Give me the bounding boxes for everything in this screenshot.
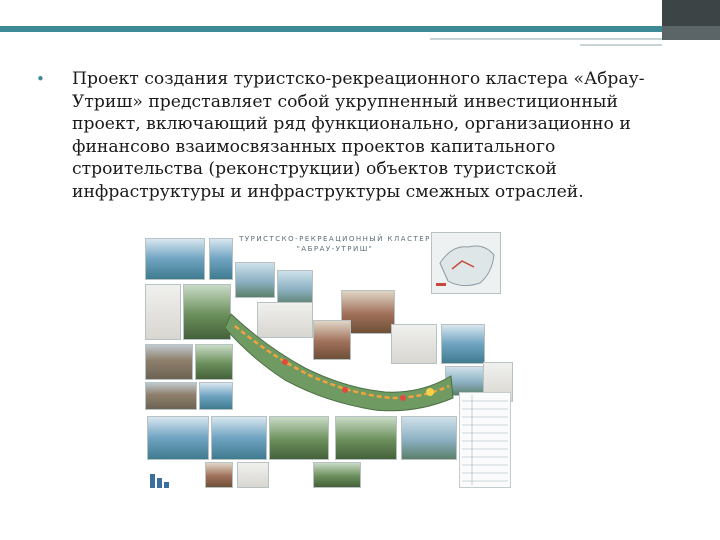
photo-cottage (205, 462, 233, 488)
photo-resort-2 (277, 270, 313, 306)
body-paragraph: Проект создания туристско-рекреационного… (72, 69, 645, 202)
header-corner-block (662, 0, 720, 26)
photo-harbor-2 (211, 416, 267, 460)
photo-colonnade (145, 284, 181, 340)
bullet-marker: • (36, 70, 45, 88)
slide-body: • Проект создания туристско-рекреационно… (36, 68, 674, 203)
photo-town-aerial-1 (145, 344, 193, 380)
header-accent-bar (0, 26, 720, 32)
photo-sculpture (237, 462, 269, 488)
collage-title-line2: "АБРАУ-УТРИШ" (296, 245, 374, 253)
photo-coast-2 (209, 238, 233, 280)
photo-pier (401, 416, 457, 460)
header-thin-line (430, 38, 662, 40)
photo-bay (145, 238, 205, 280)
header-corner-block-lower (662, 26, 720, 40)
collage-title-line1: ТУРИСТСКО-РЕКРЕАЦИОННЫЙ КЛАСТЕР (239, 235, 431, 243)
photo-landscape (313, 462, 361, 488)
photo-town-aerial-2 (145, 382, 197, 410)
photo-lake (269, 416, 329, 460)
coastline-map (225, 313, 454, 412)
region-inset-map (431, 232, 501, 294)
cluster-collage-image: ТУРИСТСКО-РЕКРЕАЦИОННЫЙ КЛАСТЕР "АБРАУ-У… (145, 232, 523, 492)
photo-hillside (183, 284, 231, 340)
collage-title: ТУРИСТСКО-РЕКРЕАЦИОННЫЙ КЛАСТЕР "АБРАУ-У… (235, 234, 435, 254)
projects-table (459, 392, 511, 488)
logo-icon (149, 472, 171, 490)
header-thin-line-short (580, 44, 662, 46)
photo-resort-1 (235, 262, 275, 298)
photo-harbor-1 (147, 416, 209, 460)
photo-hotel-green (335, 416, 397, 460)
